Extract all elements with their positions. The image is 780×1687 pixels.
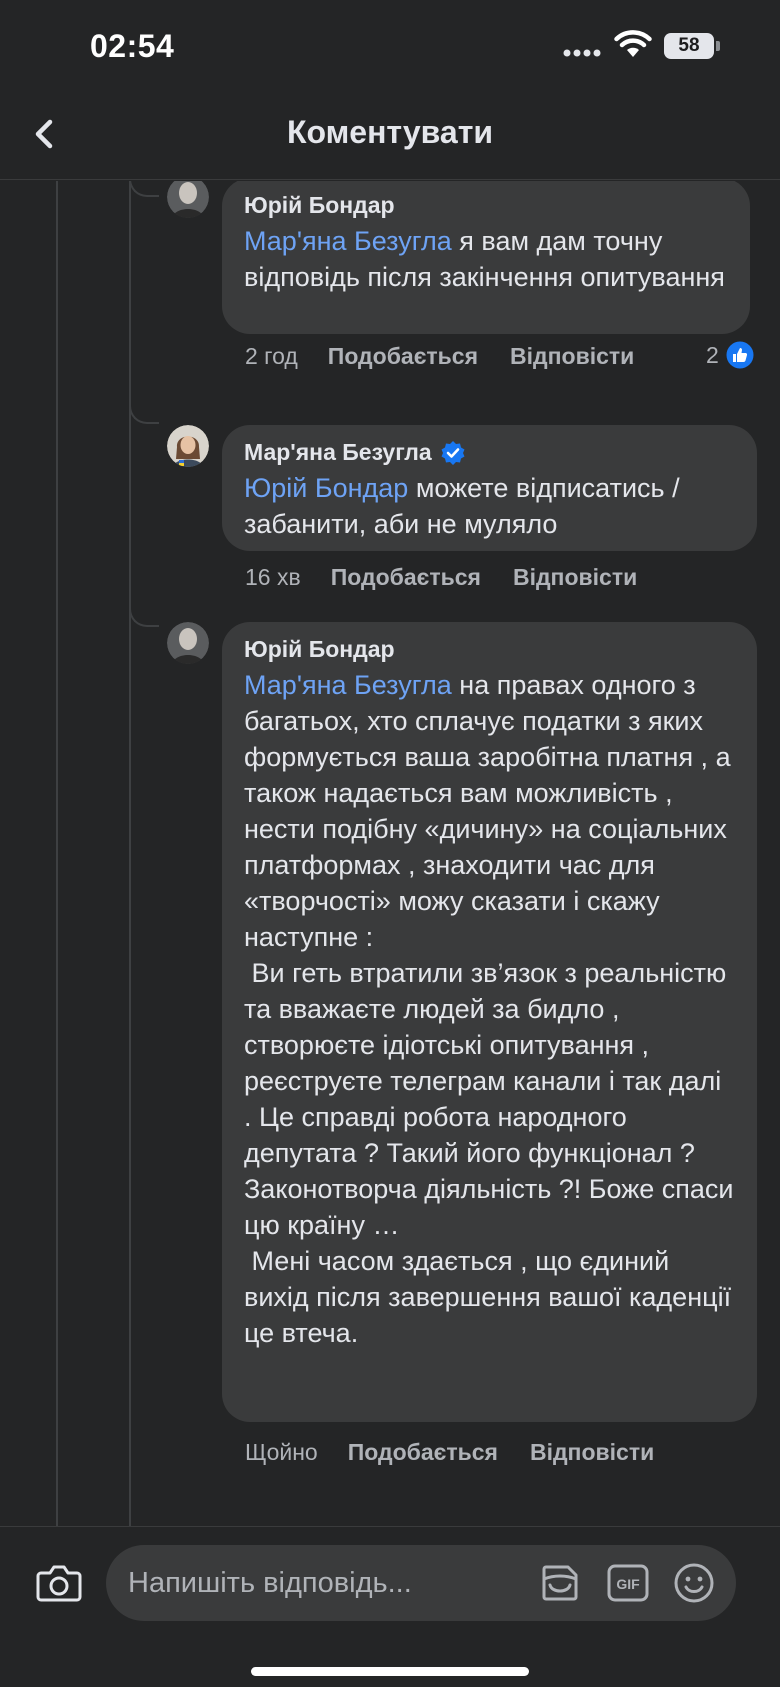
status-bar: 02:54 58 (0, 0, 780, 90)
comment-time: 16 хв (245, 564, 301, 590)
battery-icon: 58 (664, 33, 720, 59)
thread-line (129, 181, 131, 1526)
comment-author[interactable]: Мар'яна Безугла (244, 439, 735, 466)
screen: 02:54 58 Коментувати Юрій Бондар Мар'яна… (0, 0, 780, 1687)
reply-placeholder: Напишіть відповідь... (128, 1567, 412, 1599)
thread-line (56, 181, 58, 1526)
reply-input[interactable]: Напишіть відповідь... GIF (106, 1545, 736, 1621)
camera-icon[interactable] (36, 1563, 82, 1603)
comment-bubble: Юрій Бондар Мар'яна Безугла я вам дам то… (222, 181, 750, 334)
comment-author[interactable]: Юрій Бондар (244, 192, 728, 219)
comment-author[interactable]: Юрій Бондар (244, 636, 735, 663)
comment-text: Мар'яна Безугла на правах одного з багат… (244, 670, 734, 1348)
reply-connector (129, 601, 159, 627)
wifi-icon (614, 30, 652, 57)
reply-button[interactable]: Відповісти (530, 1439, 654, 1466)
reply-button[interactable]: Відповісти (510, 343, 634, 370)
comment-time: 2 год (245, 343, 298, 369)
comment-time: Щойно (245, 1439, 318, 1465)
comment-bubble: Юрій Бондар Мар'яна Безугла на правах од… (222, 622, 757, 1422)
like-button[interactable]: Подобається (331, 564, 481, 591)
reactions-number: 2 (706, 341, 719, 368)
home-indicator (251, 1667, 529, 1676)
reactions-count[interactable]: 2 (706, 340, 755, 370)
mention-link[interactable]: Юрій Бондар (244, 473, 408, 503)
reply-button[interactable]: Відповісти (513, 564, 637, 591)
comment-actions: 2 год Подобається Відповісти (245, 343, 666, 370)
battery-level: 58 (678, 35, 700, 56)
comment-bubble: Мар'яна Безугла Юрій Бондар можете відпи… (222, 425, 757, 551)
like-button[interactable]: Подобається (328, 343, 478, 370)
status-time: 02:54 (90, 28, 175, 64)
mention-link[interactable]: Мар'яна Безугла (244, 670, 452, 700)
reply-composer: Напишіть відповідь... GIF (0, 1526, 780, 1687)
signal-icon (563, 49, 601, 57)
svg-text:GIF: GIF (616, 1576, 640, 1592)
mention-link[interactable]: Мар'яна Безугла (244, 226, 452, 256)
like-icon (725, 340, 755, 370)
comment-text: Юрій Бондар можете відписатись / забанит… (244, 473, 688, 539)
avatar[interactable] (167, 425, 209, 467)
header: Коментувати (0, 90, 780, 180)
emoji-icon[interactable] (672, 1561, 716, 1605)
verified-icon (441, 440, 465, 465)
reply-connector (129, 386, 159, 424)
sticker-icon[interactable] (538, 1561, 582, 1605)
avatar[interactable] (167, 622, 209, 664)
gif-icon[interactable]: GIF (606, 1561, 650, 1605)
comment-text: Мар'яна Безугла я вам дам точну відповід… (244, 226, 725, 292)
avatar[interactable] (167, 181, 209, 218)
comment-actions: 16 хв Подобається Відповісти (245, 564, 669, 591)
comment-thread: Юрій Бондар Мар'яна Безугла я вам дам то… (0, 181, 780, 1526)
comment-actions: Щойно Подобається Відповісти (245, 1439, 686, 1466)
page-title: Коментувати (286, 114, 494, 150)
reply-connector (129, 181, 159, 197)
like-button[interactable]: Подобається (348, 1439, 498, 1466)
